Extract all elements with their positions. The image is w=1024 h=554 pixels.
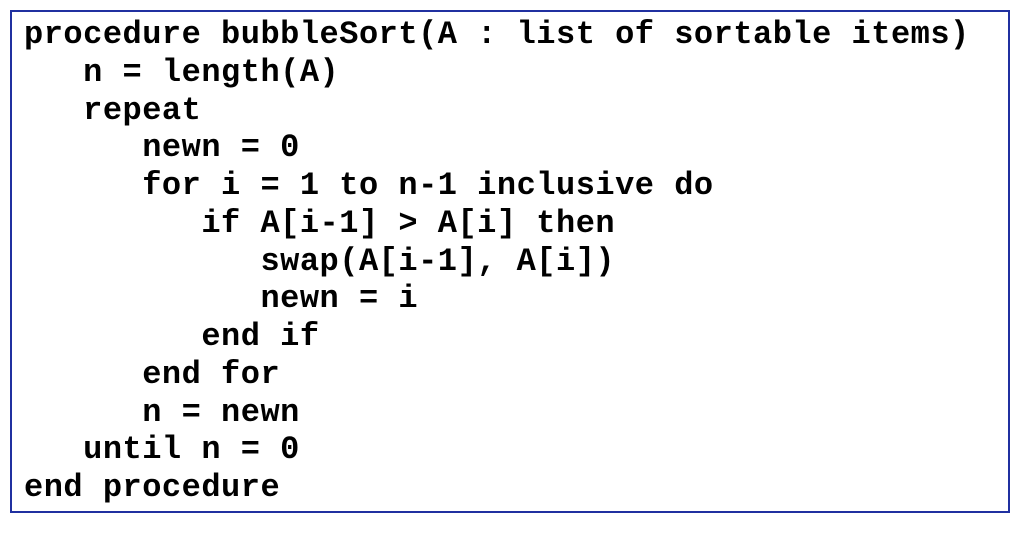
code-line: if A[i-1] > A[i] then bbox=[24, 205, 996, 243]
code-line: swap(A[i-1], A[i]) bbox=[24, 243, 996, 281]
code-line: end if bbox=[24, 318, 996, 356]
code-line: n = newn bbox=[24, 394, 996, 432]
code-line: procedure bubbleSort(A : list of sortabl… bbox=[24, 16, 996, 54]
pseudocode-box: procedure bubbleSort(A : list of sortabl… bbox=[10, 10, 1010, 513]
code-line: for i = 1 to n-1 inclusive do bbox=[24, 167, 996, 205]
code-line: end for bbox=[24, 356, 996, 394]
code-line: until n = 0 bbox=[24, 431, 996, 469]
code-line: newn = 0 bbox=[24, 129, 996, 167]
code-line: end procedure bbox=[24, 469, 996, 507]
code-line: n = length(A) bbox=[24, 54, 996, 92]
code-line: newn = i bbox=[24, 280, 996, 318]
code-line: repeat bbox=[24, 92, 996, 130]
